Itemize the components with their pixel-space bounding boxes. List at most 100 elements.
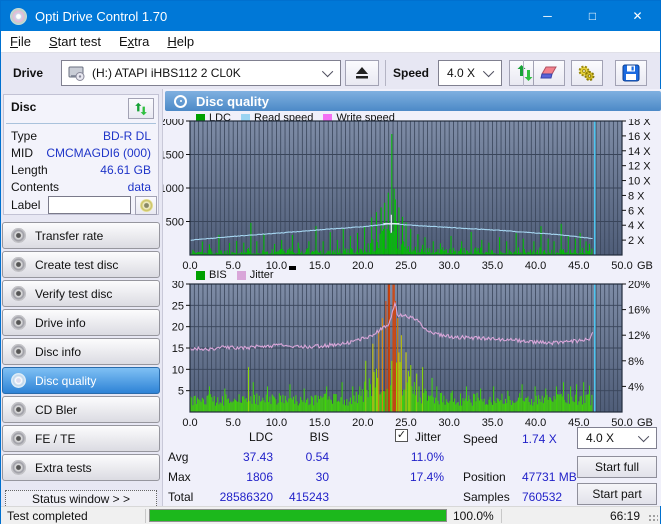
panel-header: Disc quality <box>165 91 661 111</box>
svg-text:2000: 2000 <box>163 119 184 128</box>
menu-help[interactable]: Help <box>158 31 203 53</box>
eject-button[interactable] <box>345 60 379 86</box>
svg-text:30: 30 <box>172 281 184 291</box>
disc-quality-icon <box>174 94 187 108</box>
max-row-label: Max <box>168 470 191 484</box>
total-row-label: Total <box>168 490 194 504</box>
legend-marker <box>289 266 296 270</box>
legend-label: Jitter <box>249 269 274 281</box>
sidebar-item-fe-te[interactable]: FE / TE <box>2 425 160 452</box>
legend-item: BIS <box>196 269 227 281</box>
svg-text:20.0: 20.0 <box>352 417 373 429</box>
max-bis-value: 30 <box>315 470 329 484</box>
field-label: MID <box>11 146 33 160</box>
svg-text:16 X: 16 X <box>628 131 651 143</box>
sidebar-item-cd-bler[interactable]: CD Bler <box>2 396 160 423</box>
sidebar-item-disc-info[interactable]: Disc info <box>2 338 160 365</box>
drive-select[interactable]: (H:) ATAPI iHBS112 2 CL0K <box>61 60 341 86</box>
svg-text:0.0: 0.0 <box>182 417 197 429</box>
erase-button[interactable] <box>533 60 565 86</box>
jitter-checkbox-label: Jitter <box>415 430 442 444</box>
disc-field-mid: MID CMCMAGDI6 (000) <box>4 146 158 161</box>
label-input[interactable] <box>48 196 131 214</box>
save-button[interactable] <box>615 60 647 86</box>
svg-text:20%: 20% <box>628 281 650 291</box>
sidebar-item-label: CD Bler <box>35 402 78 417</box>
disc-icon <box>11 257 26 272</box>
svg-text:1000: 1000 <box>163 183 184 195</box>
svg-text:10 X: 10 X <box>628 176 651 188</box>
field-value: BD-R DL <box>102 129 151 143</box>
divider <box>6 123 156 124</box>
bis-column-header: BIS <box>309 430 329 444</box>
menu-bar: File Start test Ex tra Help <box>1 31 660 53</box>
max-ldc-value: 1806 <box>246 470 273 484</box>
svg-text:500: 500 <box>166 217 184 229</box>
speed-stat-label: Speed <box>463 432 498 446</box>
jitter-checkbox[interactable]: ✓ <box>395 429 408 442</box>
total-ldc-value: 28586320 <box>219 490 273 504</box>
progress-bar-fill <box>150 510 446 521</box>
avg-bis-value: 0.54 <box>305 450 329 464</box>
svg-text:35.0: 35.0 <box>482 260 503 269</box>
field-value: CMCMAGDI6 (000) <box>46 146 151 160</box>
chevron-down-icon <box>321 65 334 78</box>
svg-text:25: 25 <box>172 300 184 312</box>
resize-grip[interactable] <box>648 514 658 523</box>
refresh-icon <box>517 65 533 81</box>
sidebar: Disc Type BD-R DL MID CMCMAGDI6 (000) Length… <box>1 93 162 508</box>
disc-refresh-button[interactable] <box>128 98 154 119</box>
svg-text:4%: 4% <box>628 381 644 393</box>
disc-field-type: Type BD-R DL <box>4 129 158 144</box>
divider <box>145 509 146 523</box>
settings-button[interactable] <box>571 60 603 86</box>
test-speed-select-value: 4.0 X <box>586 431 615 445</box>
menu-extra[interactable]: Ex tra <box>110 31 158 53</box>
svg-text:12 X: 12 X <box>628 161 651 173</box>
start-part-button[interactable]: Start part <box>577 483 657 505</box>
close-button[interactable]: ✕ <box>615 1 660 31</box>
sidebar-item-drive-info[interactable]: Drive info <box>2 309 160 336</box>
sidebar-item-label: Extra tests <box>35 460 92 475</box>
menu-file[interactable]: File <box>1 31 40 53</box>
samples-stat-label: Samples <box>463 490 510 504</box>
disc-icon <box>11 286 26 301</box>
svg-text:8%: 8% <box>628 356 644 368</box>
app-icon <box>10 7 27 25</box>
drive-label: Drive <box>13 66 44 80</box>
svg-text:15: 15 <box>172 343 184 355</box>
chevron-down-icon <box>637 430 650 443</box>
toolbar: Drive (H:) ATAPI iHBS112 2 CL0K Speed 4.… <box>1 53 660 93</box>
sidebar-item-label: Drive info <box>35 315 86 330</box>
gears-icon <box>578 65 595 81</box>
avg-ldc-value: 37.43 <box>242 450 273 464</box>
disc-icon <box>11 373 26 388</box>
disc-label-button[interactable] <box>135 196 157 215</box>
svg-text:14 X: 14 X <box>628 146 651 158</box>
legend-label: BIS <box>209 269 227 281</box>
test-speed-select[interactable]: 4.0 X <box>577 427 657 449</box>
speed-select-value: 4.0 X <box>447 66 476 80</box>
sidebar-item-label: Disc info <box>35 344 82 359</box>
sidebar-item-extra-tests[interactable]: Extra tests <box>2 454 160 481</box>
svg-text:10.0: 10.0 <box>266 260 287 269</box>
svg-text:0.0: 0.0 <box>182 260 197 269</box>
position-stat-value: 47731 MB <box>522 470 577 484</box>
field-label: Type <box>11 129 38 143</box>
drive-icon <box>68 66 85 81</box>
sidebar-item-create-test-disc[interactable]: Create test disc <box>2 251 160 278</box>
speed-select[interactable]: 4.0 X <box>438 60 502 86</box>
sidebar-item-disc-quality[interactable]: Disc quality <box>2 367 160 394</box>
menu-start-test[interactable]: Start test <box>40 31 110 53</box>
sidebar-item-transfer-rate[interactable]: Transfer rate <box>2 222 160 249</box>
label-field-label: Label <box>11 198 41 212</box>
legend-swatch <box>236 270 246 280</box>
sidebar-item-label: Transfer rate <box>35 228 104 243</box>
svg-text:25.0: 25.0 <box>395 260 416 269</box>
svg-text:GB: GB <box>637 260 653 269</box>
maximize-button[interactable]: □ <box>570 1 615 31</box>
samples-stat-value: 760532 <box>522 490 563 504</box>
sidebar-item-verify-test-disc[interactable]: Verify test disc <box>2 280 160 307</box>
start-full-button[interactable]: Start full <box>577 456 657 478</box>
minimize-button[interactable]: ─ <box>525 1 570 31</box>
